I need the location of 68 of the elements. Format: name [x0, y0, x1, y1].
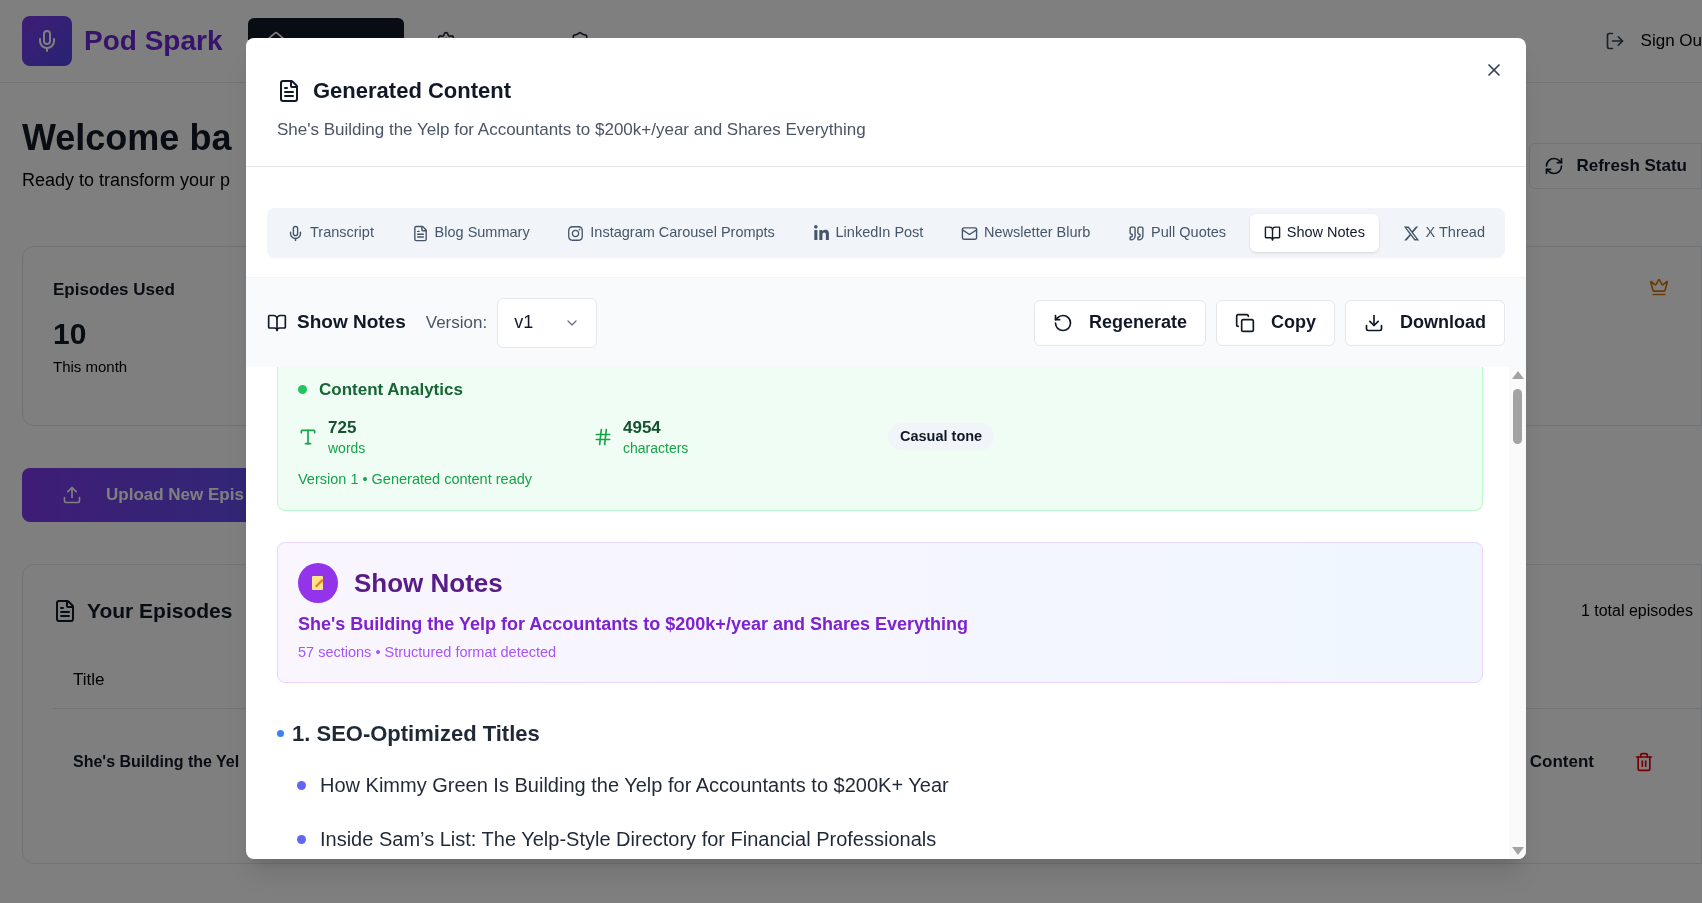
delete-icon[interactable]	[1634, 751, 1654, 772]
dialog-title: Generated Content	[313, 77, 512, 105]
tab[interactable]: Newsletter Blurb	[947, 214, 1105, 252]
crown-icon	[1649, 277, 1669, 297]
document-icon	[277, 78, 301, 103]
action-button[interactable]: Regenerate	[1033, 299, 1206, 346]
welcome-heading: Welcome ba	[22, 116, 232, 160]
stat-value: 725	[328, 416, 358, 439]
episodes-title: Your Episodes	[87, 598, 233, 624]
refresh-icon	[1544, 156, 1565, 176]
list-item: How Kimmy Green Is Building the Yelp for Accountants to $200K+ Year	[320, 773, 949, 799]
quote-icon	[1128, 224, 1146, 242]
notes-meta: 57 sections • Structured format detected	[298, 643, 558, 663]
stat-caption: This month	[53, 356, 129, 377]
scrollbar-thumb[interactable]	[1513, 389, 1522, 444]
tab[interactable]: Blog Summary	[397, 214, 544, 252]
scrollbar[interactable]	[1509, 367, 1526, 859]
instagram-icon	[567, 224, 585, 242]
welcome-subtitle: Ready to transform your p	[22, 169, 232, 192]
upload-icon	[62, 485, 82, 505]
stat-value: 4954	[623, 416, 662, 439]
tab[interactable]: LinkedIn Post	[798, 214, 938, 252]
book-icon	[1263, 224, 1281, 242]
brand-name: Pod Spark	[84, 24, 223, 58]
scroll-down-icon[interactable]	[1511, 847, 1524, 855]
section-title: Show Notes	[297, 310, 406, 335]
column-header: Title	[73, 669, 105, 689]
book-icon	[267, 312, 287, 333]
tab[interactable]: X Thread	[1388, 214, 1499, 252]
memo-icon	[298, 563, 338, 604]
copy-icon	[1235, 312, 1255, 333]
stat-value: 10	[53, 315, 88, 352]
download-icon	[1364, 312, 1384, 333]
dialog-subtitle: She's Building the Yelp for Accountants to $200k+/year and Shares Everything	[277, 119, 867, 141]
mail-icon	[961, 224, 979, 242]
section-heading: 1. SEO-Optimized Titles	[292, 720, 540, 749]
analytics-footer: Version 1 • Generated content ready	[298, 468, 1462, 491]
tab[interactable]: Instagram Carousel Prompts	[553, 214, 789, 252]
action-button[interactable]: Copy	[1216, 299, 1335, 346]
x-logo-icon	[1402, 224, 1420, 242]
microphone-icon	[287, 224, 304, 242]
microphone-logo-icon	[22, 16, 72, 66]
notes-subtitle: She's Building the Yelp for Accountants to $200k+/year and Shares Everything	[298, 613, 969, 637]
version-select[interactable]: v1	[497, 297, 598, 348]
version-label: Version:	[425, 311, 488, 334]
refresh-button[interactable]: Refresh Statu	[1529, 143, 1702, 189]
tab[interactable]: Transcript	[273, 214, 388, 252]
table-cell-text: She's Building the Yel	[73, 751, 240, 772]
sign-out-icon	[1604, 31, 1625, 51]
stat-label: words	[328, 438, 366, 457]
list-item: Inside Sam’s List: The Yelp-Style Directory for Financial Professionals	[320, 827, 937, 853]
tab[interactable]: Pull Quotes	[1114, 214, 1241, 252]
episodes-count: 1 total episodes	[1580, 600, 1693, 621]
sign-out-link[interactable]: Sign Ou	[1640, 28, 1702, 54]
tone-badge: Casual tone	[888, 422, 995, 451]
document-icon	[411, 224, 429, 242]
action-button[interactable]: Download	[1345, 299, 1505, 346]
stat-label: Episodes Used	[53, 279, 175, 301]
hash-icon	[593, 426, 613, 447]
notes-title: Show Notes	[354, 566, 503, 600]
analytics-title: Content Analytics	[319, 379, 463, 401]
regenerate-icon	[1052, 312, 1073, 333]
table-cell-text: Content	[1529, 751, 1594, 773]
tab[interactable]: Show Notes	[1249, 214, 1379, 252]
stat-label: characters	[623, 438, 689, 457]
document-icon	[53, 598, 77, 623]
scroll-up-icon[interactable]	[1511, 371, 1524, 379]
linkedin-icon	[812, 224, 830, 242]
